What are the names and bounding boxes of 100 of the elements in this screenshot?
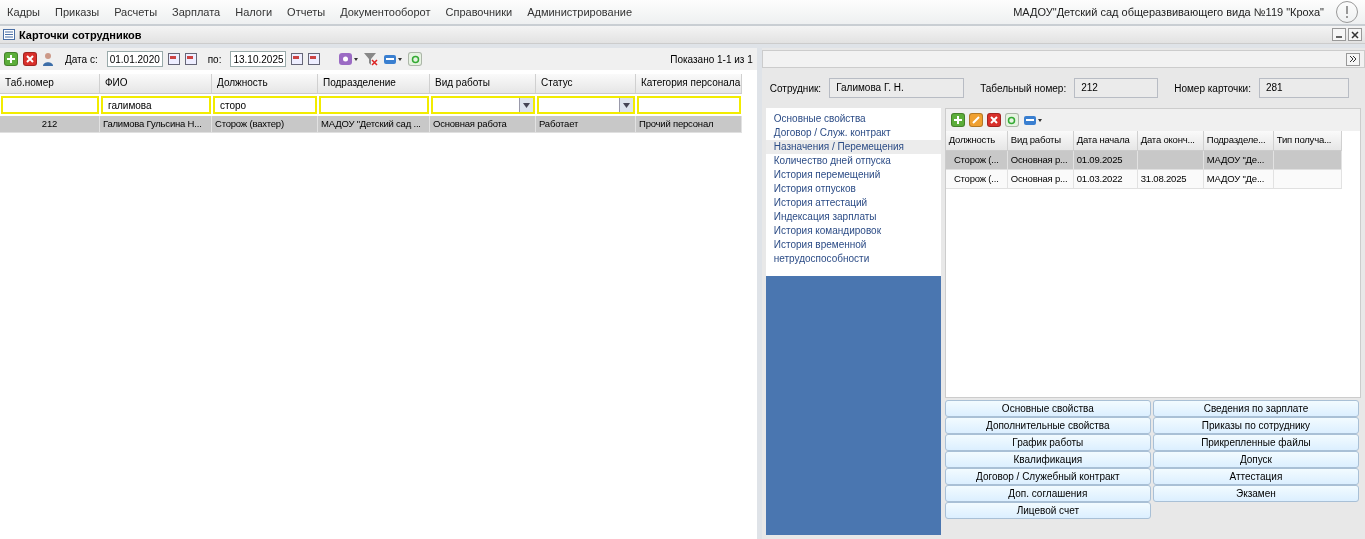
dropdown-arrow-icon[interactable] [623,102,630,108]
section-button[interactable]: Договор / Служебный контракт [944,468,1151,485]
double-chevron-icon [1349,55,1357,63]
calendar-icon[interactable] [167,52,180,66]
column-header[interactable]: Вид работы [430,74,536,94]
calendar-icon[interactable] [308,52,321,66]
filter-field[interactable] [637,96,741,114]
section-button[interactable]: Основные свойства [944,400,1151,417]
menu-item[interactable]: Администрирование [527,6,633,18]
tab-number-label: Табельный номер: [980,82,1067,94]
table-cell: Сторож (... [945,170,1008,189]
delete-icon[interactable] [23,52,37,66]
nav-item[interactable]: Договор / Служ. контракт [765,126,941,140]
table-cell: Прочий персонал [636,116,742,133]
table-cell: Галимова Гульсина Н... [100,116,212,133]
section-button[interactable]: Лицевой счет [944,502,1151,519]
column-header[interactable]: Должность [212,74,318,94]
table-cell: Основная работа [430,116,536,133]
menu-item[interactable]: Отчеты [287,6,326,18]
calendar-icon[interactable] [184,52,197,66]
card-number-label: Номер карточки: [1174,82,1251,94]
table-cell: Сторож (вахтер) [212,116,318,133]
table-cell: 31.08.2025 [1137,170,1204,189]
column-header[interactable]: Таб.номер [0,74,100,94]
column-header[interactable]: Статус [536,74,636,94]
section-button[interactable]: Сведения по зарплате [1152,400,1359,417]
close-icon [1351,30,1359,39]
expand-button[interactable] [1346,52,1360,66]
column-header[interactable]: Дата оконч... [1137,131,1204,151]
nav-item[interactable]: История перемещений [765,168,941,182]
column-header[interactable]: Дата начала [1073,131,1138,151]
section-button[interactable]: Приказы по сотруднику [1152,417,1359,434]
date-to-field[interactable]: 13.10.2025 [230,51,287,67]
section-button[interactable]: Дополнительные свойства [944,417,1151,434]
menu-item[interactable]: Справочники [445,6,513,18]
close-button[interactable] [1348,28,1362,41]
delete-icon[interactable] [986,113,1001,127]
filter-field[interactable] [1,96,99,114]
date-to-label: по: [207,53,222,65]
column-header[interactable]: Подразделение [318,74,430,94]
clear-filter-icon[interactable] [364,52,379,66]
section-button[interactable]: Аттестация [1152,468,1359,485]
add-icon[interactable] [950,113,965,127]
nav-item[interactable]: Основные свойства [765,112,941,126]
nav-item[interactable]: Назначения / Перемещения [765,140,941,154]
dropdown-arrow-icon[interactable] [523,102,530,108]
section-button[interactable]: Доп. соглашения [944,485,1151,502]
card-number-field: 281 [1259,78,1349,98]
table-cell [1273,151,1342,170]
menu-item[interactable]: Расчеты [114,6,158,18]
menu-item[interactable]: Кадры [7,6,40,18]
table-cell: Сторож (... [945,151,1008,170]
table-cell: Основная р... [1007,170,1074,189]
edit-icon[interactable] [968,113,983,127]
section-button[interactable]: Квалификация [944,451,1151,468]
table-cell: МАДОУ "Детский сад ... [318,116,430,133]
minimize-button[interactable] [1332,28,1346,41]
table-cell: 01.03.2022 [1073,170,1138,189]
column-header[interactable]: Категория персонала [636,74,742,94]
employee-label: Сотрудник: [769,82,822,94]
gear-icon[interactable] [339,52,360,66]
records-count: Показано 1-1 из 1 [670,53,753,65]
table-cell: Основная р... [1007,151,1074,170]
tab-number-field: 212 [1074,78,1159,98]
date-from-field[interactable]: 01.01.2020 [106,51,163,67]
nav-item[interactable]: Индексация зарплаты [765,210,941,224]
menu-item[interactable]: Налоги [235,6,273,18]
table-cell: Работает [536,116,636,133]
section-button[interactable]: Допуск [1152,451,1359,468]
column-header[interactable]: Тип получа... [1273,131,1342,151]
column-header[interactable]: Должность [945,131,1008,151]
nav-item[interactable]: История отпусков [765,182,941,196]
organization-name: МАДОУ"Детский сад общеразвивающего вида №119 "Кроха" [1013,6,1324,18]
menu-item[interactable]: Зарплата [172,6,221,18]
table-cell: 212 [0,116,100,133]
table-cell: МАДОУ "Де... [1203,170,1274,189]
nav-item[interactable]: История аттестаций [765,196,941,210]
employee-field: Галимова Г. Н. [829,78,965,98]
nav-item[interactable]: История командировок [765,224,941,238]
menu-item[interactable]: Приказы [54,6,100,18]
column-header[interactable]: ФИО [100,74,212,94]
nav-item[interactable]: Количество дней отпуска [765,154,941,168]
filter-field[interactable]: галимова [101,96,211,114]
filter-field[interactable]: сторо [213,96,317,114]
menu-item[interactable]: Документооборот [340,6,431,18]
column-header[interactable]: Вид работы [1007,131,1074,151]
table-cell: 01.09.2025 [1073,151,1138,170]
section-button[interactable]: Прикрепленные файлы [1152,434,1359,451]
table-cell [1137,151,1204,170]
section-button[interactable]: Экзамен [1152,485,1359,502]
section-button[interactable]: График работы [944,434,1151,451]
panel-title: Карточки сотрудников [19,28,142,41]
filter-field[interactable] [319,96,429,114]
nav-item[interactable]: История временной нетрудоспособности [765,238,941,266]
add-icon[interactable] [4,52,18,66]
column-header[interactable]: Подразделе... [1203,131,1274,151]
table-cell [1273,170,1342,189]
refresh-icon[interactable] [408,52,423,66]
calendar-icon[interactable] [291,52,304,66]
person-icon[interactable] [42,52,54,66]
